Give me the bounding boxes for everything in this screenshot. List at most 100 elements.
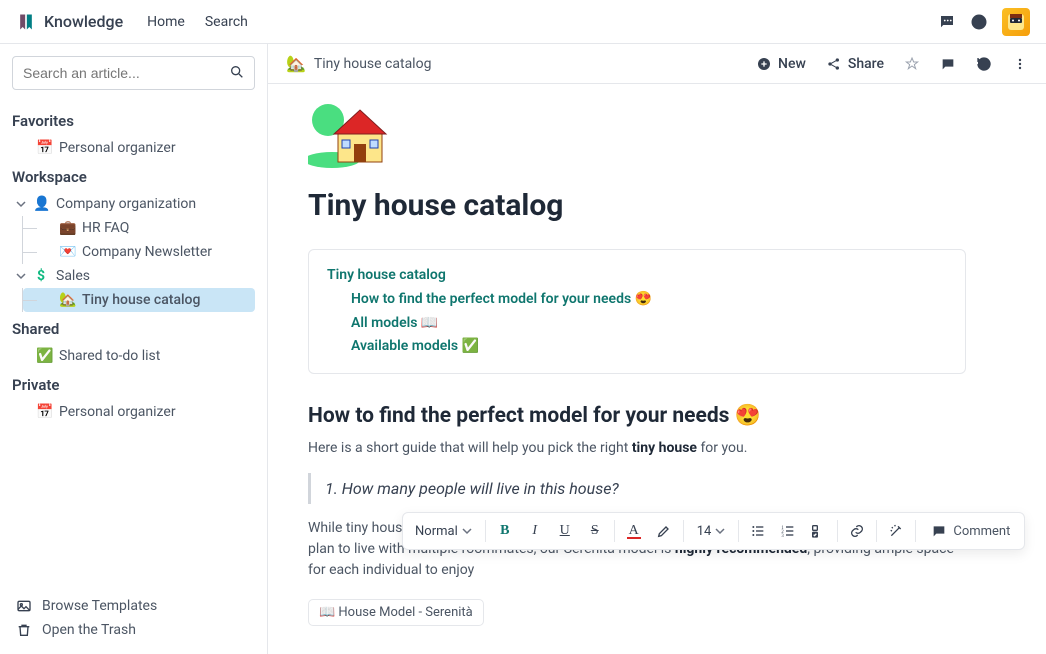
app-logo[interactable]: Knowledge — [16, 12, 123, 32]
check-icon: ✅ — [36, 348, 52, 364]
nav-search[interactable]: Search — [205, 14, 248, 30]
bookmark-icon — [16, 12, 36, 32]
style-select[interactable]: Normal — [407, 520, 480, 543]
main-area: 🏡 Tiny house catalog New Share — [268, 44, 1046, 654]
bold-button[interactable]: B — [491, 517, 519, 545]
sidebar-item-label: Company organization — [56, 196, 196, 212]
briefcase-icon: 💼 — [59, 220, 75, 236]
sidebar-item-label: Shared to-do list — [59, 348, 160, 364]
user-avatar[interactable] — [1002, 8, 1030, 36]
search-input[interactable] — [12, 56, 255, 90]
text-color-button[interactable]: A — [620, 517, 648, 545]
chevron-down-icon — [462, 526, 472, 536]
open-trash[interactable]: Open the Trash — [12, 618, 255, 642]
search-icon — [229, 64, 245, 80]
sidebar: Favorites 📅 Personal organizer Workspace… — [0, 44, 268, 654]
sidebar-item-personal-organizer-private[interactable]: 📅 Personal organizer — [12, 400, 255, 424]
breadcrumb-label: Tiny house catalog — [314, 56, 432, 72]
model-chip[interactable]: 📖 House Model - Serenità — [308, 599, 484, 626]
comment-button[interactable]: Comment — [921, 519, 1020, 543]
wand-icon — [888, 523, 904, 539]
section-workspace: Workspace — [12, 168, 255, 186]
sidebar-item-shared-todo[interactable]: ✅ Shared to-do list — [12, 344, 255, 368]
search-box — [12, 56, 255, 90]
doc-header: 🏡 Tiny house catalog New Share — [268, 44, 1046, 84]
sidebar-item-sales[interactable]: $ Sales — [12, 264, 255, 288]
bullet-list-button[interactable] — [744, 517, 772, 545]
browse-templates[interactable]: Browse Templates — [12, 594, 255, 618]
calendar-icon: 📅 — [36, 404, 52, 420]
comment-icon[interactable] — [940, 56, 956, 72]
toc-link[interactable]: Available models ✅ — [327, 335, 947, 359]
history-icon[interactable] — [976, 56, 992, 72]
svg-text:3: 3 — [782, 534, 785, 539]
hero-icon[interactable] — [308, 98, 966, 184]
highlighter-icon — [656, 523, 672, 539]
envelope-icon: 💌 — [59, 244, 75, 260]
house-icon: 🏡 — [59, 292, 75, 308]
checklist-icon — [810, 523, 826, 539]
toc-link[interactable]: All models 📖 — [327, 312, 947, 336]
caret-down-icon — [16, 199, 26, 209]
nav-home[interactable]: Home — [147, 14, 185, 30]
label: Browse Templates — [42, 598, 157, 614]
chevron-down-icon — [715, 526, 725, 536]
app-name: Knowledge — [44, 12, 123, 31]
strike-button[interactable]: S — [581, 517, 609, 545]
toc-link[interactable]: Tiny house catalog — [327, 264, 947, 288]
number-list-button[interactable]: 123 — [774, 517, 802, 545]
speech-icon — [931, 523, 947, 539]
section-heading: How to find the perfect model for your n… — [308, 404, 966, 428]
calendar-icon: 📅 — [36, 140, 52, 156]
sidebar-item-newsletter[interactable]: 💌 Company Newsletter — [23, 240, 255, 264]
image-icon — [16, 598, 32, 614]
page-title: Tiny house catalog — [308, 188, 966, 223]
toc-link[interactable]: How to find the perfect model for your n… — [327, 288, 947, 312]
person-icon: 👤 — [33, 196, 49, 212]
share-icon — [826, 56, 842, 72]
doc-content: Tiny house catalog Tiny house catalog Ho… — [268, 84, 1046, 654]
breadcrumb[interactable]: 🏡 Tiny house catalog — [286, 54, 431, 73]
sidebar-item-personal-organizer[interactable]: 📅 Personal organizer — [12, 136, 255, 160]
kebab-icon[interactable] — [1012, 56, 1028, 72]
sidebar-item-label: Personal organizer — [59, 404, 176, 420]
sidebar-item-label: Personal organizer — [59, 140, 176, 156]
question-1: 1. How many people will live in this hou… — [308, 473, 966, 504]
list-ol-icon: 123 — [780, 523, 796, 539]
topbar: Knowledge Home Search — [0, 0, 1046, 44]
sidebar-item-label: HR FAQ — [82, 220, 129, 236]
section-private: Private — [12, 376, 255, 394]
new-button[interactable]: New — [756, 56, 806, 72]
share-button[interactable]: Share — [826, 56, 884, 72]
plus-circle-icon — [756, 56, 772, 72]
font-size-select[interactable]: 14 — [689, 520, 734, 543]
section-shared: Shared — [12, 320, 255, 338]
italic-button[interactable]: I — [521, 517, 549, 545]
sidebar-item-company-org[interactable]: 👤 Company organization — [12, 192, 255, 216]
list-ul-icon — [750, 523, 766, 539]
checklist-button[interactable] — [804, 517, 832, 545]
house-icon: 🏡 — [286, 54, 306, 73]
text-toolbar: Normal B I U S A — [402, 512, 1025, 550]
link-icon — [849, 523, 865, 539]
link-button[interactable] — [843, 517, 871, 545]
magic-button[interactable] — [882, 517, 910, 545]
clock-icon[interactable] — [970, 13, 988, 31]
label: Open the Trash — [42, 622, 136, 638]
sidebar-item-hr-faq[interactable]: 💼 HR FAQ — [23, 216, 255, 240]
sidebar-item-label: Sales — [56, 268, 90, 284]
section-favorites: Favorites — [12, 112, 255, 130]
sidebar-item-tiny-house[interactable]: 🏡 Tiny house catalog — [23, 288, 255, 312]
top-nav: Home Search — [147, 14, 248, 30]
chat-icon[interactable] — [938, 13, 956, 31]
caret-down-icon — [16, 271, 26, 281]
sidebar-item-label: Tiny house catalog — [82, 292, 200, 308]
sidebar-item-label: Company Newsletter — [82, 244, 212, 260]
underline-button[interactable]: U — [551, 517, 579, 545]
star-icon[interactable] — [904, 56, 920, 72]
dollar-icon: $ — [33, 268, 49, 284]
highlight-button[interactable] — [650, 517, 678, 545]
intro-paragraph: Here is a short guide that will help you… — [308, 438, 966, 459]
table-of-contents: Tiny house catalog How to find the perfe… — [308, 249, 966, 374]
trash-icon — [16, 622, 32, 638]
